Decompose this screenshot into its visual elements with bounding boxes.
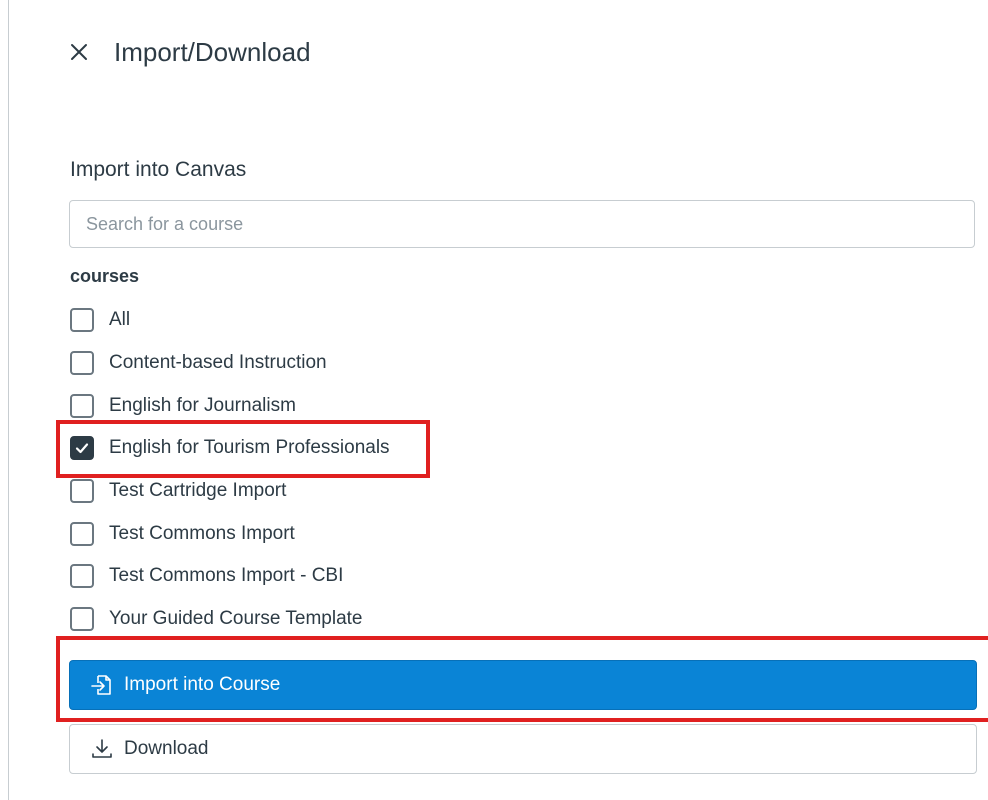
course-option-label: Content-based Instruction: [109, 352, 327, 374]
tray-header: Import/Download: [68, 32, 311, 72]
course-option[interactable]: Content-based Instruction: [70, 342, 390, 385]
checkbox-checked[interactable]: [70, 436, 94, 461]
course-option-label: Test Commons Import: [109, 522, 295, 544]
panel-divider: [8, 0, 9, 800]
courses-group-label: courses: [70, 266, 140, 286]
checkbox[interactable]: [70, 607, 94, 632]
download-icon: [90, 737, 114, 761]
download-button[interactable]: Download: [69, 724, 977, 774]
checkbox[interactable]: [70, 308, 94, 333]
tray-title: Import/Download: [114, 36, 311, 67]
course-option[interactable]: Test Commons Import: [70, 512, 390, 555]
course-list: All Content-based Instruction English for …: [70, 299, 390, 641]
close-button[interactable]: [68, 41, 90, 63]
course-option-label: English for Journalism: [109, 394, 296, 416]
course-option[interactable]: Your Guided Course Template: [70, 598, 390, 641]
checkbox[interactable]: [70, 351, 94, 376]
checkbox[interactable]: [70, 564, 94, 589]
course-option[interactable]: Test Cartridge Import: [70, 470, 390, 513]
course-option[interactable]: English for Tourism Professionals: [70, 427, 390, 470]
course-option-label: Test Commons Import - CBI: [109, 565, 344, 587]
course-option-label: All: [109, 309, 131, 331]
course-option[interactable]: Test Commons Import - CBI: [70, 555, 390, 598]
course-option[interactable]: All: [70, 299, 390, 342]
checkmark-icon: [75, 443, 89, 454]
checkbox[interactable]: [70, 393, 94, 418]
course-option-label: Test Cartridge Import: [109, 480, 287, 502]
download-button-label: Download: [124, 738, 209, 759]
course-option-label: English for Tourism Professionals: [109, 437, 390, 459]
import-icon: [90, 673, 114, 697]
course-option-label: Your Guided Course Template: [109, 608, 363, 630]
import-into-course-button[interactable]: Import into Course: [69, 660, 977, 710]
import-button-label: Import into Course: [124, 674, 281, 695]
checkbox[interactable]: [70, 479, 94, 504]
close-icon: [71, 44, 87, 60]
import-section-title: Import into Canvas: [70, 158, 247, 181]
course-search-input[interactable]: [69, 200, 975, 248]
checkbox[interactable]: [70, 521, 94, 546]
course-option[interactable]: English for Journalism: [70, 384, 390, 427]
